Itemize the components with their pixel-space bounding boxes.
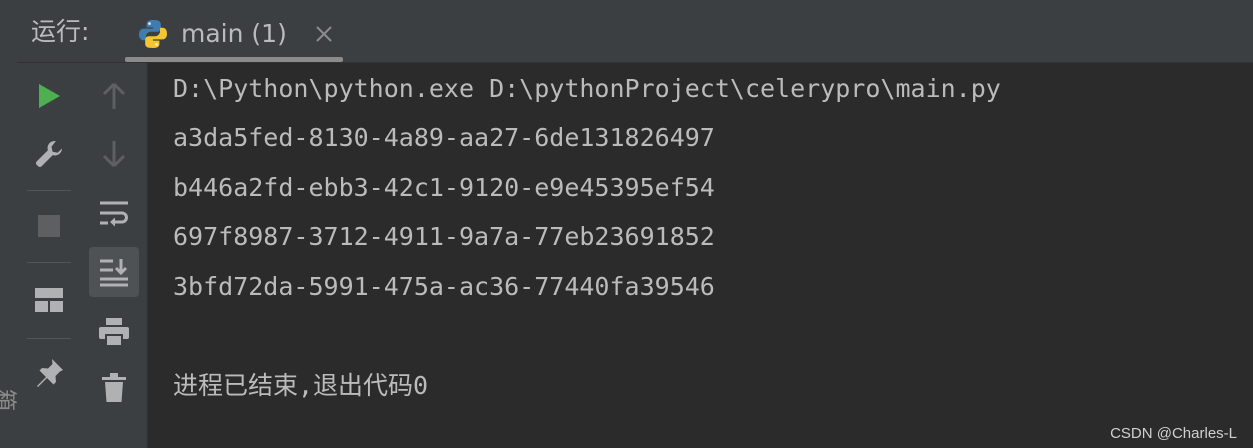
console-line: a3da5fed-8130-4a89-aa27-6de131826497 (173, 123, 715, 152)
stop-button[interactable] (24, 201, 74, 251)
tab-active-indicator (125, 57, 343, 62)
wrench-icon (35, 140, 62, 168)
layout-icon (35, 288, 63, 312)
console-line: b446a2fd-ebb3-42c1-9120-e9e45395ef54 (173, 173, 715, 202)
console-exit-message: 进程已结束,退出代码0 (173, 371, 429, 400)
toolbar-separator (27, 262, 71, 263)
run-toolbar (17, 63, 81, 448)
tab-close-button[interactable] (311, 21, 337, 47)
console-line: 3bfd72da-5991-475a-ac36-77440fa39546 (173, 272, 715, 301)
next-occurrence-button[interactable] (89, 129, 139, 179)
arrow-down-icon (102, 141, 126, 168)
console-line: D:\Python\python.exe D:\pythonProject\ce… (173, 74, 1001, 103)
print-button[interactable] (89, 307, 139, 357)
pin-tab-button[interactable] (24, 348, 74, 398)
arrow-up-icon (102, 82, 126, 109)
stop-icon (38, 215, 60, 237)
restore-layout-button[interactable] (24, 275, 74, 325)
soft-wrap-button[interactable] (89, 189, 139, 239)
tab-title: main (1) (181, 19, 287, 48)
close-icon (316, 26, 332, 42)
run-label: 运行: (31, 17, 90, 46)
print-icon (99, 318, 129, 347)
scroll-to-end-icon (100, 259, 128, 287)
console-toolbar (81, 63, 148, 448)
rerun-button[interactable] (24, 71, 74, 121)
tab-main[interactable]: main (1) (125, 8, 343, 62)
console-output[interactable]: D:\Python\python.exe D:\pythonProject\ce… (148, 63, 1253, 448)
run-tool-window-header: 运行: main (1) (17, 0, 1253, 63)
trash-icon (102, 373, 126, 402)
scroll-to-end-button[interactable] (89, 247, 139, 297)
console-line: 697f8987-3712-4911-9a7a-77eb23691852 (173, 222, 715, 251)
python-icon (139, 20, 167, 48)
previous-occurrence-button[interactable] (89, 71, 139, 121)
toolbar-separator (27, 338, 71, 339)
soft-wrap-icon (100, 201, 128, 227)
clear-all-button[interactable] (89, 363, 139, 413)
left-edge-strip: 箱 (0, 0, 18, 448)
toolbar-separator (27, 190, 71, 191)
edit-configuration-button[interactable] (24, 129, 74, 179)
run-icon (39, 84, 60, 108)
pin-icon (37, 359, 63, 387)
watermark: CSDN @Charles-L (1110, 425, 1237, 442)
